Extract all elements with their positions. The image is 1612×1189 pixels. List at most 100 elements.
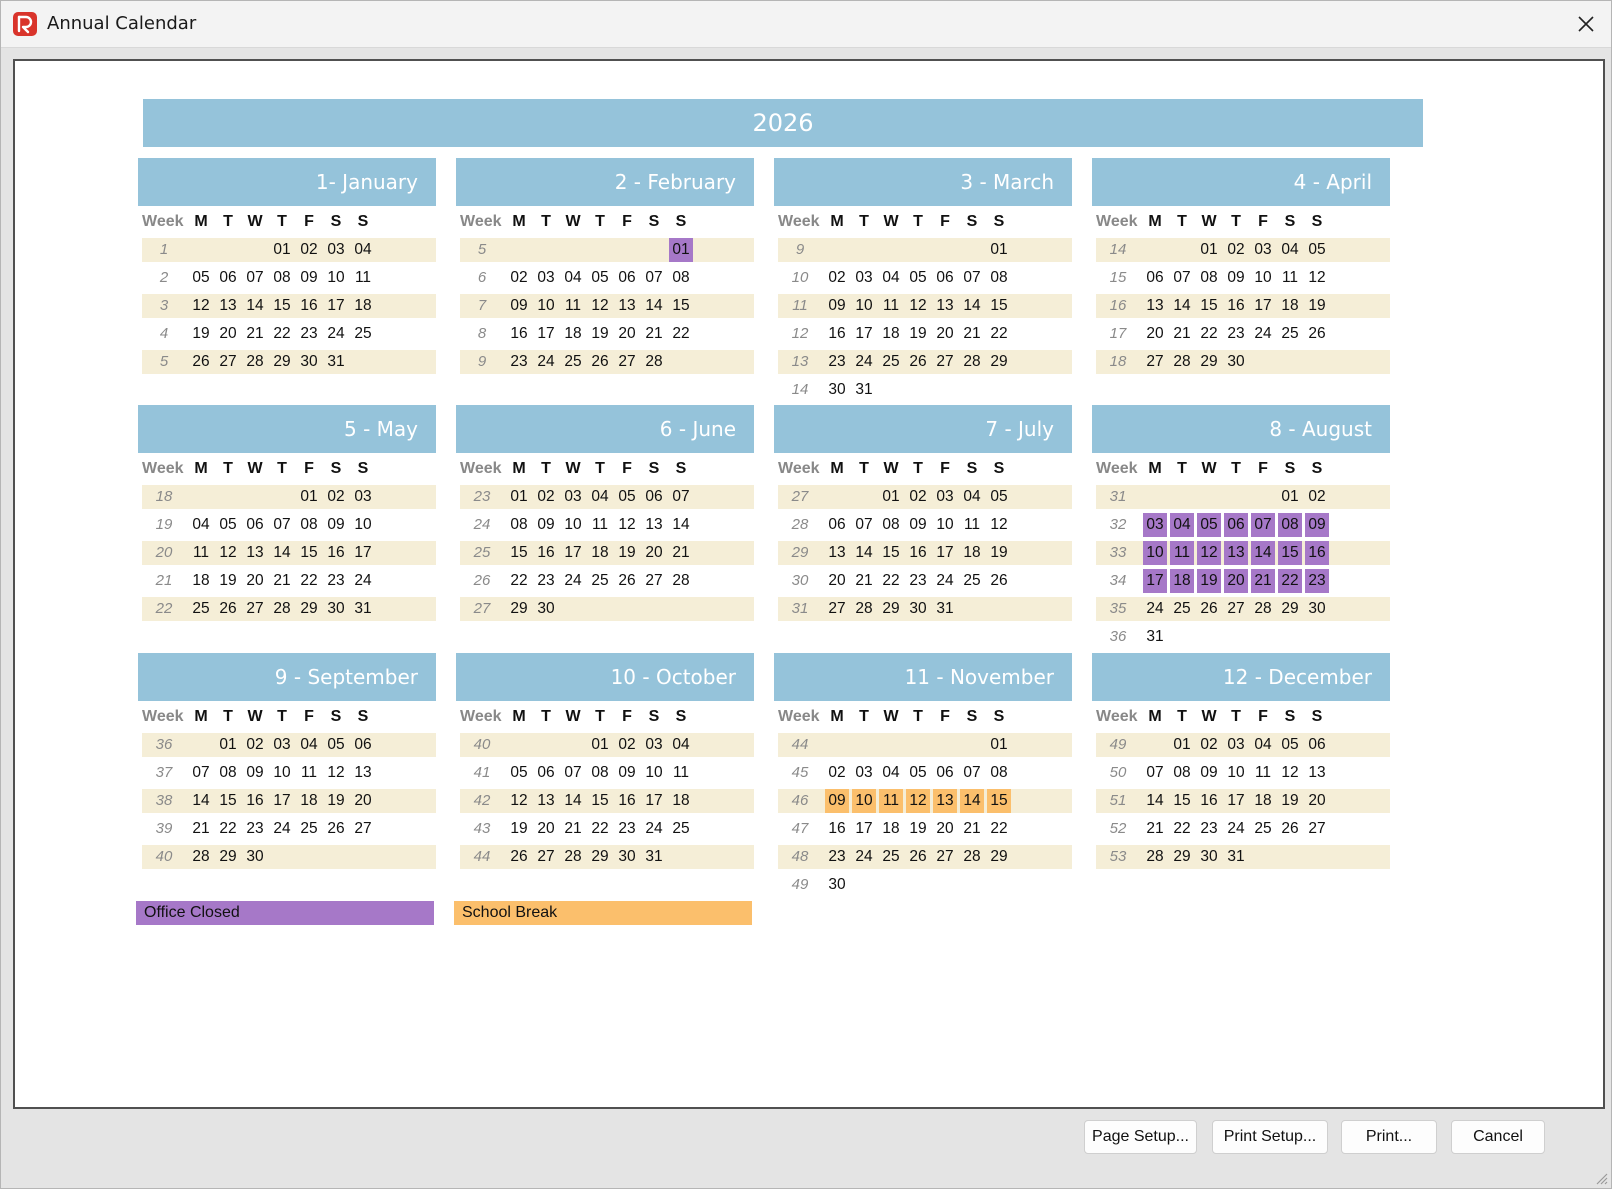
- week-number: 13: [791, 353, 809, 370]
- year-header: 2026: [143, 99, 1423, 147]
- weekday-label: T: [595, 708, 605, 725]
- day-cell: 17: [273, 792, 291, 809]
- day-cell: 19: [1308, 297, 1326, 314]
- weekday-label: S: [993, 460, 1005, 477]
- weekday-label: M: [830, 213, 844, 230]
- weekday-label: S: [1311, 213, 1323, 230]
- day-cell: 10: [327, 269, 345, 286]
- close-button[interactable]: [1561, 1, 1611, 47]
- day-cell: 22: [990, 820, 1008, 837]
- week-row: 46 09 10 11 12 13 14 15: [774, 787, 1072, 815]
- day-cell: 05: [990, 488, 1008, 505]
- day-cell: 14: [1251, 541, 1275, 565]
- weekday-label: F: [940, 708, 950, 725]
- week-row: 32 03 04 05 06 07 08 09: [1092, 511, 1390, 539]
- day-cell: 12: [192, 297, 210, 314]
- week-number: 22: [155, 600, 173, 617]
- weekday-header-row: Week M T W T F S S: [1092, 208, 1390, 236]
- week-number: 28: [791, 516, 809, 533]
- day-cell: 29: [882, 600, 900, 617]
- weekday-label: T: [595, 460, 605, 477]
- week-row: 24 08 09 10 11 12 13 14: [456, 511, 754, 539]
- day-cell: 14: [855, 544, 873, 561]
- weekday-label: W: [247, 460, 263, 477]
- day-cell: 02: [909, 488, 927, 505]
- weekday-label: M: [512, 708, 526, 725]
- day-cell: 19: [192, 325, 210, 342]
- day-cell: 15: [591, 792, 609, 809]
- day-cell: 27: [936, 848, 954, 865]
- day-cell: 20: [828, 572, 846, 589]
- week-number: 36: [155, 736, 173, 753]
- day-cell: 09: [1227, 269, 1245, 286]
- weekday-label: S: [330, 708, 342, 725]
- week-row: 10 02 03 04 05 06 07 08: [774, 264, 1072, 292]
- day-cell: 28: [273, 600, 291, 617]
- week-row: 50 07 08 09 10 11 12 13: [1092, 759, 1390, 787]
- week-row: 53 28 29 30 31: [1092, 843, 1390, 871]
- week-number: 49: [791, 876, 809, 893]
- day-cell: 10: [645, 764, 663, 781]
- week-column-label: Week: [142, 213, 184, 230]
- day-cell: 16: [618, 792, 636, 809]
- week-row: 19 04 05 06 07 08 09 10: [138, 511, 436, 539]
- week-column-label: Week: [778, 708, 820, 725]
- day-cell: 10: [936, 516, 954, 533]
- week-number: 9: [477, 353, 487, 370]
- day-cell: 21: [1173, 325, 1191, 342]
- week-row: 6 02 03 04 05 06 07 08: [456, 264, 754, 292]
- day-cell: 08: [990, 269, 1008, 286]
- day-cell: 24: [537, 353, 555, 370]
- day-cell: 03: [327, 241, 345, 258]
- day-cell: 08: [219, 764, 237, 781]
- week-row: 17 20 21 22 23 24 25 26: [1092, 320, 1390, 348]
- month-block: 2 - February Week M T W T F S S 5 01 6 02 03 04 05 06 07 0…: [456, 158, 754, 376]
- day-cell: 21: [246, 325, 264, 342]
- week-row: 9 23 24 25 26 27 28: [456, 348, 754, 376]
- weekday-label: S: [330, 460, 342, 477]
- day-cell: 11: [1254, 764, 1272, 781]
- day-cell: 25: [1254, 820, 1272, 837]
- window-title: Annual Calendar: [47, 13, 197, 34]
- week-number: 44: [791, 736, 809, 753]
- day-cell: 22: [672, 325, 690, 342]
- week-number: 24: [473, 516, 491, 533]
- weekday-label: S: [1311, 460, 1323, 477]
- day-cell: 13: [618, 297, 636, 314]
- day-cell: 29: [1200, 353, 1218, 370]
- day-cell: 24: [327, 325, 345, 342]
- page-setup-button[interactable]: Page Setup...: [1084, 1120, 1197, 1154]
- cancel-button[interactable]: Cancel: [1451, 1120, 1545, 1154]
- title-bar[interactable]: Annual Calendar: [1, 1, 1611, 48]
- print-setup-button[interactable]: Print Setup...: [1212, 1120, 1328, 1154]
- day-cell: 15: [1278, 541, 1302, 565]
- day-cell: 11: [591, 516, 609, 533]
- weekday-header-row: Week M T W T F S S: [138, 455, 436, 483]
- month-title: 12 - December: [1092, 653, 1390, 701]
- week-row: 33 10 11 12 13 14 15 16: [1092, 539, 1390, 567]
- month-block: 10 - October Week M T W T F S S 40 01 02 03 04 41 05 06 0…: [456, 653, 754, 871]
- day-cell: 28: [192, 848, 210, 865]
- weekday-label: T: [541, 213, 551, 230]
- day-cell: 30: [1308, 600, 1326, 617]
- week-number: 3: [159, 297, 169, 314]
- print-button[interactable]: Print...: [1341, 1120, 1437, 1154]
- week-row: 38 14 15 16 17 18 19 20: [138, 787, 436, 815]
- day-cell: 04: [354, 241, 372, 258]
- day-cell: 09: [510, 297, 528, 314]
- day-cell: 20: [645, 544, 663, 561]
- resize-grip-icon[interactable]: [1592, 1169, 1608, 1185]
- week-number: 14: [1109, 241, 1127, 258]
- weekday-label: T: [277, 213, 287, 230]
- week-column-label: Week: [1096, 708, 1138, 725]
- day-cell: 20: [1146, 325, 1164, 342]
- day-cell: 21: [963, 820, 981, 837]
- day-cell: 16: [1200, 792, 1218, 809]
- day-cell: 26: [510, 848, 528, 865]
- week-row: 45 02 03 04 05 06 07 08: [774, 759, 1072, 787]
- annual-calendar-window: Annual Calendar 2026 1- January Week M T W T F…: [0, 0, 1612, 1189]
- day-cell: 07: [1146, 764, 1164, 781]
- week-number: 9: [795, 241, 805, 258]
- day-cell: 05: [591, 269, 609, 286]
- week-number: 45: [791, 764, 809, 781]
